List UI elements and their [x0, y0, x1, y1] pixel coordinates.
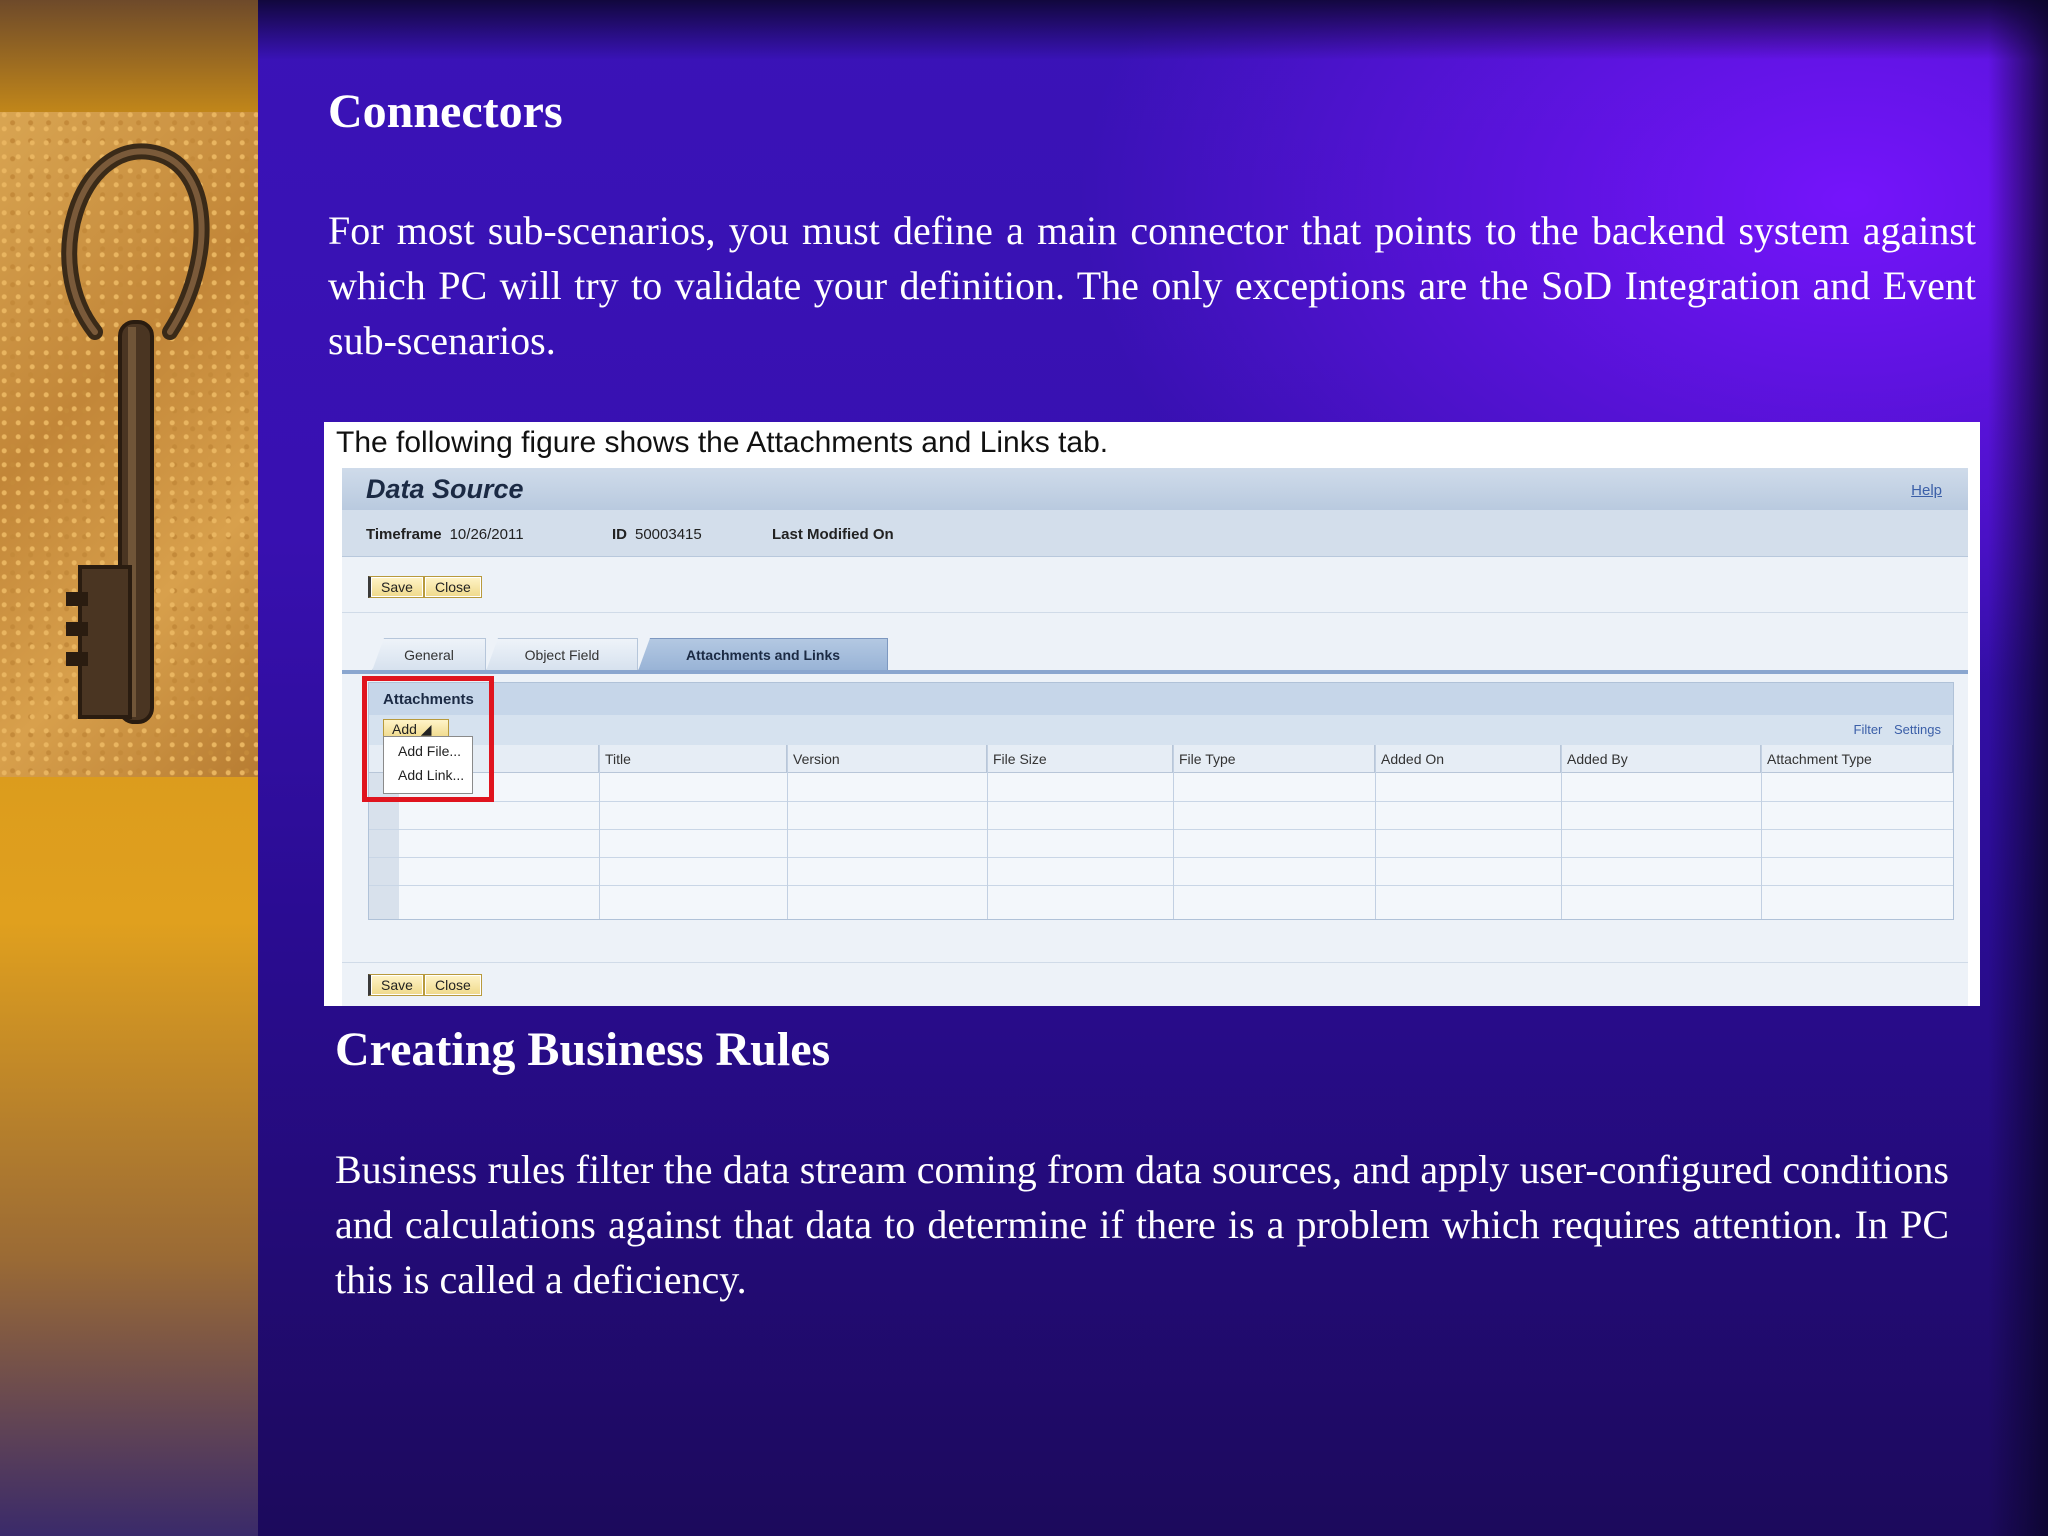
column-divider: [1561, 745, 1562, 919]
separator: [342, 962, 1968, 963]
top-shadow: [258, 0, 2048, 60]
meta-bar: Timeframe 10/26/2011 ID 50003415 Last Modi…: [342, 510, 1968, 557]
column-header-attachment-type[interactable]: Attachment Type: [1761, 745, 1953, 773]
table-filter-settings: Filter Settings: [1846, 722, 1942, 737]
window-title: Data Source: [366, 474, 524, 504]
id-label: ID: [612, 526, 627, 543]
column-divider: [1761, 745, 1762, 919]
attachments-toolbar: Add ◢ Filter Settings: [369, 715, 1953, 745]
right-shadow: [1988, 0, 2048, 1536]
left-decor-panel: [0, 0, 258, 1536]
table-row: [369, 857, 1953, 858]
highlight-box: [362, 676, 494, 802]
table-row: [369, 885, 1953, 886]
title-bar: Data Source Help: [342, 468, 1968, 510]
key-photo: [0, 112, 258, 777]
timeframe-field: Timeframe 10/26/2011: [366, 526, 524, 543]
id-value: 50003415: [635, 526, 702, 543]
column-header-title[interactable]: Title: [599, 745, 787, 773]
tab-general[interactable]: General: [372, 638, 486, 671]
column-divider: [1375, 745, 1376, 919]
paragraph-connectors: For most sub-scenarios, you must define …: [328, 208, 1976, 363]
separator: [342, 612, 1968, 613]
column-header-file-type[interactable]: File Type: [1173, 745, 1375, 773]
table-row: [369, 829, 1953, 830]
tab-attachments-and-links[interactable]: Attachments and Links: [638, 638, 888, 671]
column-header-added-by[interactable]: Added By: [1561, 745, 1761, 773]
close-button-bottom[interactable]: Close: [424, 974, 482, 996]
help-link[interactable]: Help: [1911, 482, 1942, 499]
column-divider: [1173, 745, 1174, 919]
column-header-added-on[interactable]: Added On: [1375, 745, 1561, 773]
embedded-screenshot: The following figure shows the Attachmen…: [324, 422, 1980, 1006]
column-divider: [987, 745, 988, 919]
attachments-header: Attachments: [369, 683, 1953, 715]
close-button[interactable]: Close: [424, 576, 482, 598]
heading-connectors: Connectors: [328, 85, 563, 138]
column-header-version[interactable]: Version: [787, 745, 987, 773]
key-icon: [61, 143, 210, 724]
attachments-panel: Attachments Add ◢ Filter Settings Title …: [368, 682, 1954, 920]
paragraph-business-rules: Business rules filter the data stream co…: [335, 1147, 1949, 1302]
last-modified-label: Last Modified On: [772, 526, 894, 543]
filter-link[interactable]: Filter: [1854, 722, 1883, 737]
sap-window: Data Source Help Timeframe 10/26/2011 ID 5…: [342, 468, 1968, 1006]
save-button-bottom[interactable]: Save: [368, 974, 424, 996]
figure-caption: The following figure shows the Attachmen…: [336, 426, 1109, 459]
column-header-file-size[interactable]: File Size: [987, 745, 1173, 773]
last-modified-field: Last Modified On: [772, 526, 902, 543]
save-button[interactable]: Save: [368, 576, 424, 598]
column-divider: [787, 745, 788, 919]
id-field: ID 50003415: [612, 526, 702, 543]
timeframe-value: 10/26/2011: [449, 526, 524, 543]
table-row: [369, 801, 1953, 802]
attachments-table: Title Version File Size File Type Added …: [369, 745, 1953, 919]
column-divider: [599, 745, 600, 919]
settings-link[interactable]: Settings: [1894, 722, 1941, 737]
tab-object-field[interactable]: Object Field: [486, 638, 638, 671]
timeframe-label: Timeframe: [366, 526, 442, 543]
tab-underline: [342, 670, 1968, 674]
heading-business-rules: Creating Business Rules: [335, 1023, 831, 1076]
